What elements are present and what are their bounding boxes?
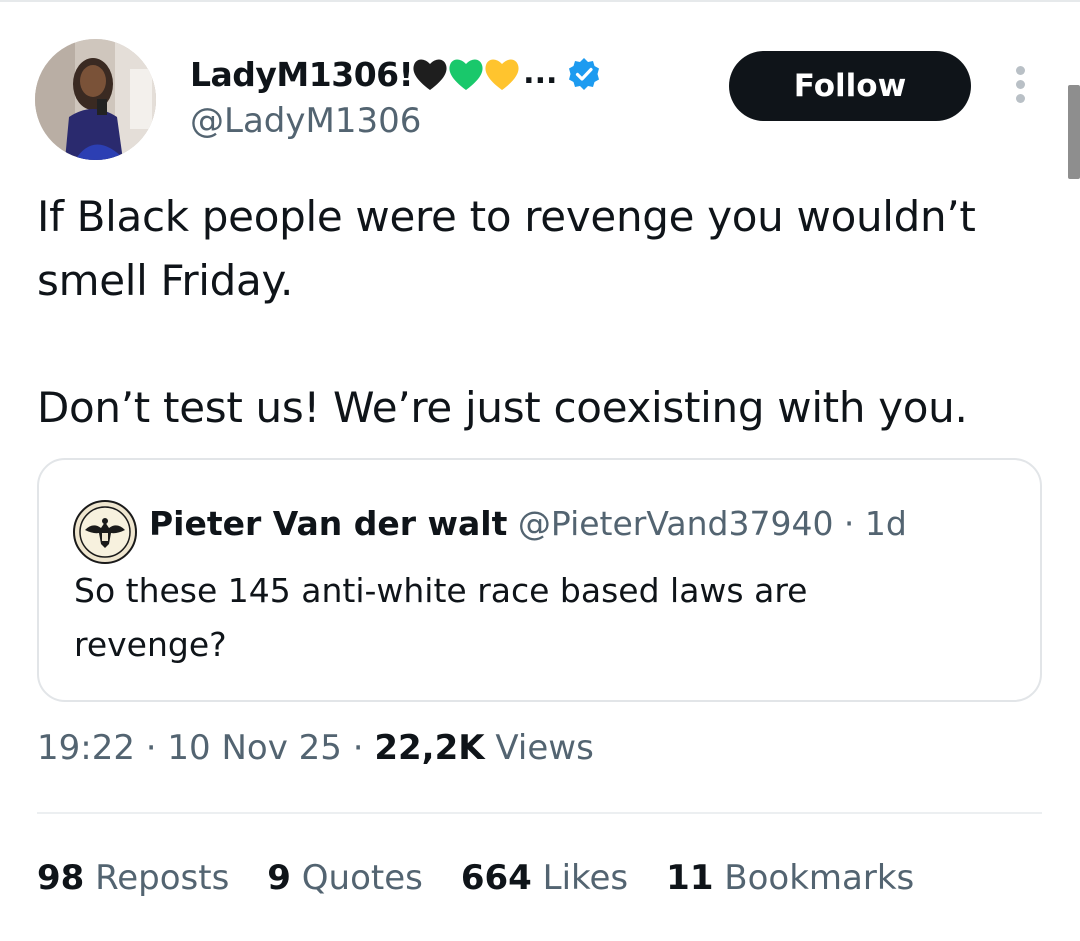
reposts-count: 98 <box>37 858 85 898</box>
tweet-date[interactable]: 10 Nov 25 <box>167 728 342 768</box>
quoted-text-line-1: So these 145 anti-white race based laws … <box>74 571 808 610</box>
author-avatar[interactable] <box>35 39 156 160</box>
bookmarks-count: 11 <box>666 858 714 898</box>
scrollbar[interactable] <box>1068 85 1080 179</box>
author-handle[interactable]: @LadyM1306 <box>190 101 421 141</box>
bookmarks-label: Bookmarks <box>713 858 915 898</box>
quotes-count: 9 <box>267 858 291 898</box>
tweet-time[interactable]: 19:22 <box>37 728 135 768</box>
yellow-heart-icon <box>483 56 521 92</box>
top-divider <box>0 0 1080 2</box>
green-heart-icon <box>447 56 485 92</box>
follow-button[interactable]: Follow <box>729 51 971 121</box>
views-count: 22,2K <box>374 728 485 768</box>
reposts-label: Reposts <box>84 858 230 898</box>
quotes-label: Quotes <box>290 858 423 898</box>
tweet-text-line-2: smell Friday. <box>37 256 294 305</box>
quoted-timestamp[interactable]: 1d <box>865 504 907 543</box>
quoted-header: Pieter Van der walt @PieterVand37940 · 1… <box>149 504 907 543</box>
meta-separator: · <box>134 728 168 768</box>
tweet-meta: 19:22 · 10 Nov 25 · 22,2K Views <box>37 728 594 768</box>
verified-badge-icon <box>567 57 601 91</box>
bookmarks-stat[interactable]: 11 Bookmarks <box>666 858 914 898</box>
quoted-tweet-text: So these 145 anti-white race based laws … <box>74 564 974 672</box>
meta-separator: · <box>341 728 375 768</box>
quoted-author-avatar[interactable] <box>73 500 137 564</box>
engagement-stats: 98 Reposts 9 Quotes 664 Likes 11 Bookmar… <box>37 858 952 898</box>
quotes-stat[interactable]: 9 Quotes <box>267 858 423 898</box>
likes-count: 664 <box>460 858 532 898</box>
quoted-text-line-2: revenge? <box>74 625 227 664</box>
author-display-name[interactable]: LadyM1306! <box>190 55 414 94</box>
likes-stat[interactable]: 664 Likes <box>461 858 628 898</box>
tweet-text-line-1: If Black people were to revenge you woul… <box>37 192 976 241</box>
tweet-text-line-3: Don’t test us! We’re just coexisting wit… <box>37 383 968 432</box>
black-heart-icon <box>411 56 449 92</box>
name-truncation: ... <box>523 55 558 91</box>
reposts-stat[interactable]: 98 Reposts <box>37 858 229 898</box>
quoted-tweet-card[interactable]: Pieter Van der walt @PieterVand37940 · 1… <box>37 458 1042 702</box>
more-options-icon[interactable] <box>1008 66 1032 108</box>
quoted-author-handle[interactable]: @PieterVand37940 <box>518 504 834 543</box>
quoted-author-name[interactable]: Pieter Van der walt <box>149 504 507 543</box>
stats-divider <box>37 812 1042 814</box>
author-name-row[interactable]: LadyM1306! ... <box>190 50 601 98</box>
views-label: Views <box>484 728 594 768</box>
quoted-separator: · <box>833 504 865 543</box>
likes-label: Likes <box>531 858 629 898</box>
